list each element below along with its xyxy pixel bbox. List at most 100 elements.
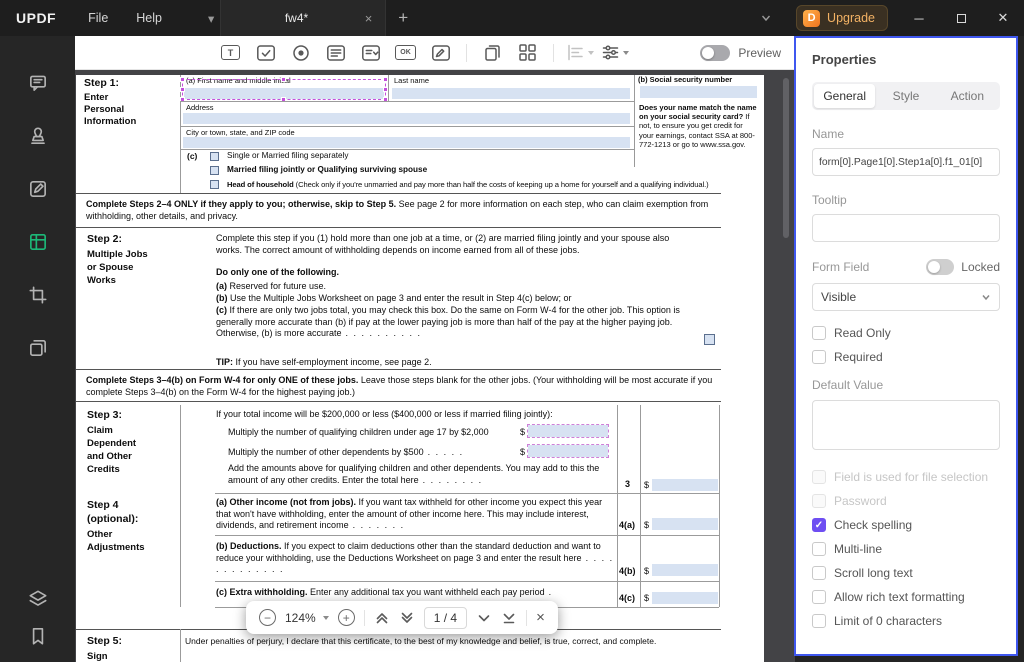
tool-combo-box[interactable]: [353, 39, 388, 67]
zoom-level[interactable]: 124%: [285, 611, 329, 625]
stamp-icon: [27, 125, 49, 147]
locked-toggle[interactable]: [926, 259, 954, 275]
tool-align[interactable]: [562, 39, 597, 67]
last-name-field[interactable]: [392, 88, 630, 99]
tab-general[interactable]: General: [814, 84, 875, 108]
city-field[interactable]: [183, 137, 630, 148]
step1-sub: Enter: [84, 92, 108, 104]
step4b-field[interactable]: [652, 564, 718, 576]
checkbox-icon: [812, 350, 826, 364]
selection-handle[interactable]: [180, 87, 185, 92]
jump-first-page-button[interactable]: [374, 610, 390, 626]
tool-radio-field[interactable]: [283, 39, 318, 67]
field-selection-box[interactable]: [182, 79, 386, 100]
maximize-button[interactable]: [940, 0, 982, 36]
selection-handle[interactable]: [180, 77, 185, 82]
zoombar-separator: [364, 610, 365, 626]
checkbox-icon: [812, 542, 826, 556]
filing-hoh-checkbox[interactable]: [210, 180, 219, 189]
close-zoombar-button[interactable]: ×: [536, 609, 545, 626]
tab-list-caret-icon[interactable]: ▾: [202, 11, 220, 26]
tool-push-button[interactable]: OK: [388, 39, 423, 67]
zoom-out-button[interactable]: −: [259, 609, 276, 626]
new-tab-button[interactable]: +: [386, 8, 420, 28]
steps24-note: Complete Steps 2–4 ONLY if they apply to…: [86, 199, 720, 222]
document-scrollbar[interactable]: [783, 78, 789, 238]
checkbox-field-icon: [256, 44, 276, 62]
default-value-textarea[interactable]: [812, 400, 1000, 450]
rich-text-checkbox[interactable]: Allow rich text formatting: [812, 590, 1000, 604]
step4-sub: Adjustments: [87, 542, 145, 554]
sidebar-item-comment[interactable]: [16, 56, 60, 109]
currency-symbol: $: [644, 566, 649, 578]
tool-signature-field[interactable]: [423, 39, 458, 67]
sidebar-item-layers[interactable]: [16, 580, 60, 617]
grid-icon: [518, 43, 537, 62]
chevron-down-icon: [981, 292, 991, 302]
address-field[interactable]: [183, 113, 630, 124]
tool-layout-grid[interactable]: [510, 39, 545, 67]
step4-title2: (optional):: [87, 513, 138, 526]
zoom-in-button[interactable]: +: [338, 609, 355, 626]
tooltip-input[interactable]: [812, 214, 1000, 242]
table-line: [640, 405, 641, 607]
sidebar-item-edit[interactable]: [16, 162, 60, 215]
zoom-toolbar: − 124% + 1 / 4 ×: [246, 601, 558, 634]
menu-file[interactable]: File: [74, 0, 122, 36]
sidebar-item-bookmark[interactable]: [16, 617, 60, 654]
w4-page: Step 1: Enter Personal Information (a) F…: [76, 75, 764, 662]
required-checkbox[interactable]: Required: [812, 350, 1000, 364]
selection-handle[interactable]: [281, 77, 286, 82]
page-indicator[interactable]: 1 / 4: [424, 607, 467, 629]
ssn-field[interactable]: [640, 86, 757, 98]
other-dependents-field[interactable]: [528, 445, 608, 457]
menu-help[interactable]: Help: [122, 0, 176, 36]
limit-characters-checkbox[interactable]: Limit of 0 characters: [812, 614, 1000, 628]
next-page-button[interactable]: [501, 610, 517, 626]
read-only-checkbox[interactable]: Read Only: [812, 326, 1000, 340]
scroll-long-text-checkbox[interactable]: Scroll long text: [812, 566, 1000, 580]
filing-single-checkbox[interactable]: [210, 152, 219, 161]
properties-tabs: General Style Action: [812, 82, 1000, 110]
read-only-label: Read Only: [834, 326, 891, 340]
preview-toggle[interactable]: Preview: [700, 45, 781, 61]
tab-style[interactable]: Style: [875, 84, 936, 108]
tool-copy[interactable]: [475, 39, 510, 67]
step2-b-bold: (b): [216, 293, 228, 303]
tool-text-field[interactable]: T: [213, 39, 248, 67]
multi-line-checkbox[interactable]: Multi-line: [812, 542, 1000, 556]
step4a-field[interactable]: [652, 518, 718, 530]
step4c-field[interactable]: [652, 592, 718, 604]
step2-c-bold: (c): [216, 305, 227, 315]
previous-page-button[interactable]: [476, 610, 492, 626]
sidebar-item-stamp[interactable]: [16, 109, 60, 162]
minimize-button[interactable]: ─: [898, 0, 940, 36]
upgrade-button[interactable]: D Upgrade: [796, 5, 888, 31]
filing-joint-checkbox[interactable]: [210, 166, 219, 175]
tool-list-box[interactable]: [318, 39, 353, 67]
tab-close-icon[interactable]: ×: [362, 11, 376, 26]
sidebar-item-crop[interactable]: [16, 268, 60, 321]
tab-action[interactable]: Action: [937, 84, 998, 108]
check-spelling-checkbox[interactable]: Check spelling: [812, 518, 1000, 532]
visibility-select[interactable]: Visible: [812, 283, 1000, 311]
selection-handle[interactable]: [383, 87, 388, 92]
sidebar-item-form[interactable]: [16, 215, 60, 268]
step2-tip: TIP: If you have self-employment income,…: [216, 357, 432, 369]
tool-tune[interactable]: [597, 39, 632, 67]
currency-symbol: $: [644, 593, 649, 605]
close-window-button[interactable]: ✕: [982, 0, 1024, 36]
preview-toggle-switch[interactable]: [700, 45, 730, 61]
two-jobs-checkbox[interactable]: [704, 334, 715, 345]
document-tab[interactable]: fw4* ×: [220, 0, 386, 36]
step3-total-field[interactable]: [652, 479, 718, 491]
name-input[interactable]: [812, 148, 1000, 176]
sidebar-item-organize[interactable]: [16, 321, 60, 374]
qualifying-children-field[interactable]: [528, 425, 608, 437]
password-checkbox[interactable]: Password: [812, 494, 1000, 508]
selection-handle[interactable]: [383, 77, 388, 82]
file-selection-checkbox[interactable]: Field is used for file selection: [812, 470, 1000, 484]
collapse-toolbar-button[interactable]: [746, 12, 786, 24]
tool-checkbox-field[interactable]: [248, 39, 283, 67]
jump-last-page-button[interactable]: [399, 610, 415, 626]
